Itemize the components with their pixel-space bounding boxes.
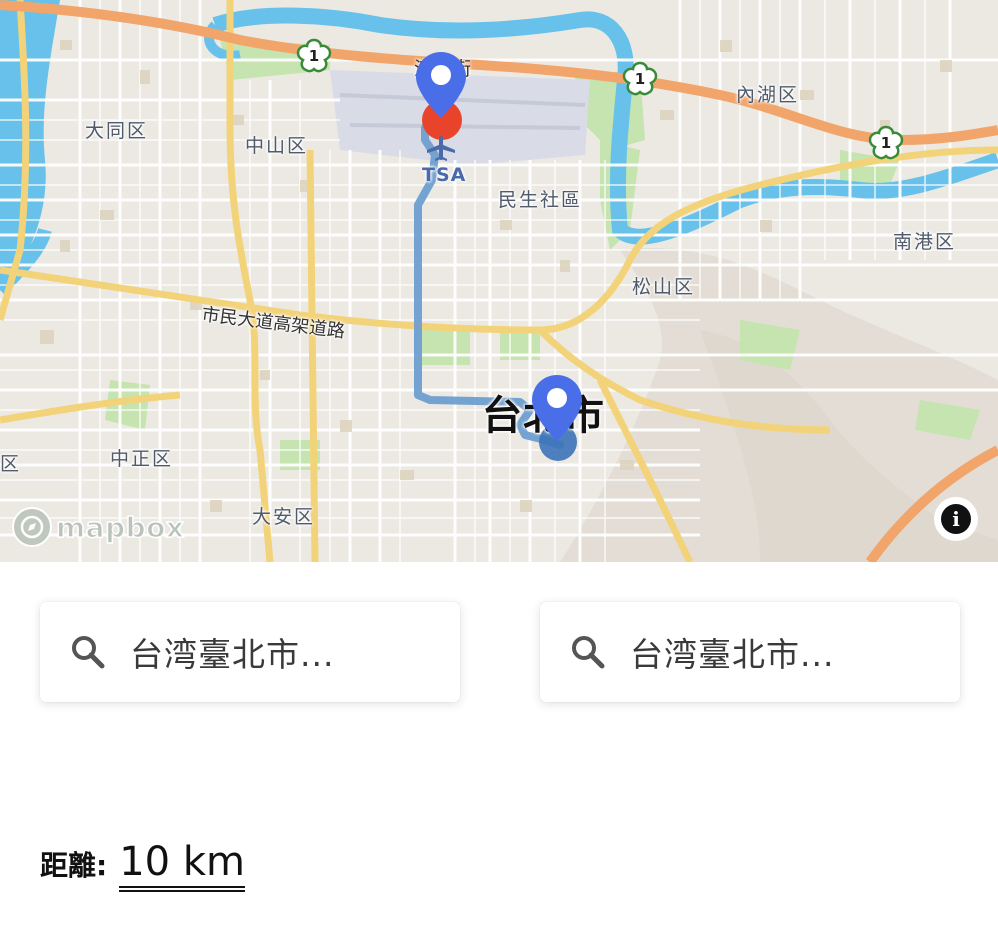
- label-nangang: 南港区: [893, 231, 957, 253]
- distance-readout: 距離: 10 km: [40, 840, 245, 892]
- search-icon: [572, 636, 605, 669]
- label-daan: 大安区: [252, 506, 316, 528]
- label-zhongshan: 中山区: [245, 135, 309, 157]
- origin-search-input[interactable]: 台湾臺北市...: [130, 628, 334, 676]
- map-canvas[interactable]: [0, 0, 998, 562]
- label-partial: 区: [0, 453, 22, 475]
- search-icon: [72, 636, 105, 669]
- mapbox-logo[interactable]: mapbox: [12, 506, 185, 548]
- info-button[interactable]: i: [934, 497, 978, 541]
- route-shield: 1: [295, 37, 333, 75]
- destination-pin-icon[interactable]: [530, 373, 584, 443]
- label-airport: TSA: [422, 164, 467, 186]
- origin-search-box[interactable]: 台湾臺北市...: [40, 602, 460, 702]
- info-icon: i: [941, 504, 971, 534]
- label-songshan: 松山区: [632, 276, 696, 298]
- mapbox-mark-icon: [12, 507, 52, 547]
- distance-value: 10 km: [119, 840, 245, 892]
- mapbox-wordmark: mapbox: [55, 510, 185, 545]
- destination-search-box[interactable]: 台湾臺北市...: [540, 602, 960, 702]
- origin-pin-icon[interactable]: [414, 50, 468, 120]
- route-shield: 1: [621, 60, 659, 98]
- map-view[interactable]: 大同区 中山区 民生社區 內湖区 南港区 松山区 中正区 大安区 区 濱江街 T…: [0, 0, 998, 562]
- label-minsheng: 民生社區: [498, 189, 583, 211]
- label-neihu: 內湖区: [736, 84, 800, 106]
- label-datong: 大同区: [85, 120, 149, 142]
- label-zhongzheng: 中正区: [110, 448, 174, 470]
- route-shield: 1: [867, 124, 905, 162]
- distance-label: 距離:: [40, 849, 108, 882]
- destination-search-input[interactable]: 台湾臺北市...: [630, 628, 834, 676]
